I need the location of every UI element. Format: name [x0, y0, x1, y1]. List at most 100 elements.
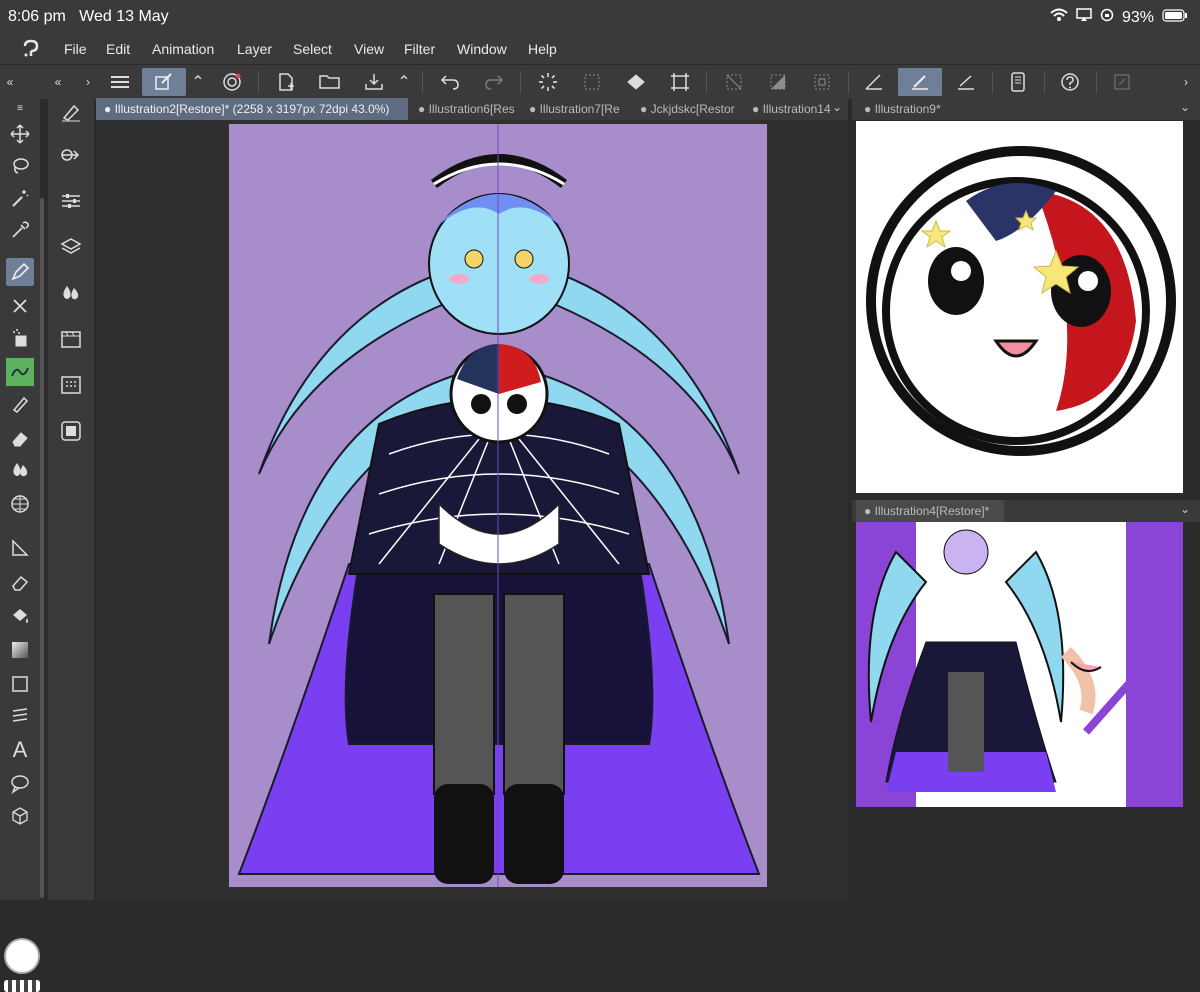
eyedropper-icon[interactable] — [6, 216, 34, 244]
tool-palette: ≡ A — [0, 98, 44, 992]
move-tool-icon[interactable] — [6, 120, 34, 148]
lock-rotation-icon — [1100, 8, 1114, 27]
menu-select[interactable]: Select — [293, 41, 332, 57]
sub-tool-column — [48, 98, 94, 900]
save-icon[interactable] — [356, 68, 392, 96]
tab-illustration4-label: Illustration4[Restore]* — [874, 504, 990, 518]
rectangle-tool-icon[interactable] — [6, 670, 34, 698]
save-chevron-icon[interactable]: ⌃ — [396, 68, 412, 96]
loading-spinner-icon[interactable] — [530, 68, 566, 96]
3d-object-icon[interactable] — [6, 802, 34, 830]
fill-icon[interactable] — [618, 68, 654, 96]
menu-window[interactable]: Window — [457, 41, 507, 57]
status-right: 93% — [1050, 8, 1188, 27]
gradient-tool-icon[interactable] — [6, 636, 34, 664]
menu-edit[interactable]: Edit — [106, 41, 130, 57]
redo-icon[interactable] — [476, 68, 512, 96]
animation-timeline-icon[interactable] — [58, 326, 84, 352]
tab-illustration2[interactable]: ● Illustration2[Restore]* (2258 x 3197px… — [96, 98, 408, 120]
transparent-swatch[interactable] — [4, 980, 40, 992]
magic-wand-icon[interactable] — [6, 184, 34, 212]
material-palette-icon[interactable] — [58, 372, 84, 398]
clear-selection-icon[interactable] — [574, 68, 610, 96]
tab-illustration14[interactable]: ● Illustration14 — [744, 98, 832, 120]
ruler-tool-icon[interactable] — [6, 534, 34, 562]
sub-view-canvas-1[interactable] — [856, 121, 1183, 493]
mode-chevron-icon[interactable]: ⌃ — [190, 68, 206, 96]
ruler-icon[interactable] — [856, 68, 892, 96]
tab-illustration7[interactable]: ● Illustration7[Re — [521, 98, 629, 120]
collapse-sub-icon[interactable]: « — [48, 68, 68, 96]
airbrush-icon[interactable] — [6, 324, 34, 352]
lasso-tool-icon[interactable] — [6, 152, 34, 180]
decoration-tool-icon[interactable] — [6, 358, 34, 386]
brush-size-icon[interactable] — [58, 188, 84, 214]
figure-tool-icon[interactable] — [6, 490, 34, 518]
tool-property-icon[interactable] — [58, 142, 84, 168]
fill-tool-icon[interactable] — [6, 602, 34, 630]
sub-view-tabs-2: ● Illustration4[Restore]* ⌄ — [852, 500, 1200, 522]
tab-illustration9[interactable]: ● Illustration9* — [856, 98, 984, 120]
invert-selection-icon[interactable] — [760, 68, 796, 96]
blend-tool-icon[interactable] — [6, 292, 34, 320]
blend-drop-icon[interactable] — [6, 456, 34, 484]
selection-border-icon[interactable] — [804, 68, 840, 96]
share-icon[interactable] — [214, 68, 250, 96]
brush-snap-icon[interactable] — [898, 68, 942, 96]
menu-file[interactable]: File — [64, 41, 87, 57]
tabs-chevron-down-icon[interactable]: ⌄ — [832, 100, 842, 114]
battery-text: 93% — [1121, 8, 1154, 26]
text-tool-icon[interactable]: A — [6, 736, 34, 764]
brush-tool-icon[interactable] — [6, 390, 34, 418]
menu-help[interactable]: Help — [528, 41, 557, 57]
mask-artwork — [866, 146, 1176, 456]
tab-illustration4[interactable]: ● Illustration4[Restore]* — [856, 500, 1004, 522]
palette-menu-icon[interactable]: ≡ — [6, 98, 34, 118]
drawing-canvas[interactable] — [229, 124, 767, 887]
clip-studio-logo-icon[interactable] — [20, 38, 42, 65]
tab-jckjdskc[interactable]: ● Jckjdskc[Restor — [632, 98, 742, 120]
transform-icon[interactable] — [662, 68, 698, 96]
open-folder-icon[interactable] — [312, 68, 348, 96]
tab-illustration6[interactable]: ● Illustration6[Res — [410, 98, 522, 120]
expand-icon[interactable]: › — [78, 68, 98, 96]
reference-artwork — [856, 522, 1183, 807]
menu-animation[interactable]: Animation — [152, 41, 214, 57]
frame-tool-icon[interactable] — [6, 702, 34, 730]
new-file-icon[interactable] — [268, 68, 304, 96]
pen-tool-icon[interactable] — [6, 258, 34, 286]
status-time-text: 8:06 pm — [8, 8, 66, 25]
command-bar: « « › ⌃ ⌃ › — [0, 64, 1200, 99]
sub-tool-brush-icon[interactable] — [58, 98, 84, 124]
deselect-icon[interactable] — [716, 68, 752, 96]
tool-scrollbar[interactable] — [40, 198, 44, 898]
correct-line-icon[interactable] — [6, 568, 34, 596]
fullscreen-icon[interactable] — [1104, 68, 1140, 96]
undo-icon[interactable] — [432, 68, 468, 96]
screen-mirror-icon — [1076, 8, 1092, 27]
sub-view-canvas-2[interactable] — [856, 522, 1183, 807]
menu-bar: File Edit Animation Layer Select View Fi… — [0, 34, 1200, 64]
tab-jckjdskc-label: Jckjdskc[Restor — [650, 102, 735, 116]
navigator-icon[interactable] — [58, 418, 84, 444]
eraser-tool-icon[interactable] — [6, 424, 34, 452]
tab-illustration6-label: Illustration6[Res — [428, 102, 515, 116]
help-icon[interactable] — [1052, 68, 1088, 96]
collapse-left-icon[interactable]: « — [0, 68, 20, 96]
edit-mode-icon[interactable] — [142, 68, 186, 96]
menu-layer[interactable]: Layer — [237, 41, 272, 57]
hamburger-menu-icon[interactable] — [102, 68, 138, 96]
menu-filter[interactable]: Filter — [404, 41, 435, 57]
subview2-chevron-down-icon[interactable]: ⌄ — [1180, 502, 1190, 516]
battery-icon — [1162, 8, 1188, 27]
device-settings-icon[interactable] — [1000, 68, 1036, 96]
main-color-swatch[interactable] — [4, 938, 40, 974]
color-mixing-icon[interactable] — [58, 280, 84, 306]
pen-snap-icon[interactable] — [948, 68, 984, 96]
layer-palette-icon[interactable] — [58, 234, 84, 260]
menu-view[interactable]: View — [354, 41, 384, 57]
subview1-chevron-down-icon[interactable]: ⌄ — [1180, 100, 1190, 114]
balloon-tool-icon[interactable] — [6, 770, 34, 798]
canvas-tabs: ● Illustration2[Restore]* (2258 x 3197px… — [96, 98, 848, 120]
collapse-right-icon[interactable]: › — [1176, 68, 1196, 96]
